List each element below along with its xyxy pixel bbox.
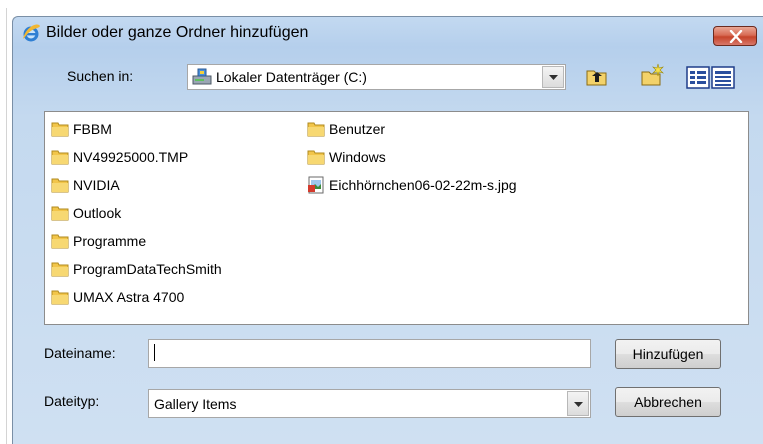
folder-icon xyxy=(51,234,69,249)
filename-label: Dateiname: xyxy=(44,345,116,361)
list-item-label: Eichhörnchen06-02-22m-s.jpg xyxy=(329,177,517,193)
ie-icon xyxy=(23,24,40,42)
background-divider xyxy=(6,8,7,444)
filename-input[interactable] xyxy=(148,339,591,368)
folder-icon xyxy=(51,178,69,193)
folder-icon xyxy=(307,150,325,165)
list-item-label: UMAX Astra 4700 xyxy=(73,289,185,305)
folder-icon xyxy=(51,290,69,305)
list-item-label: Benutzer xyxy=(329,121,386,137)
file-list[interactable]: FBBM NV49925000.TMP NVIDIA Outlook Progr… xyxy=(44,111,749,325)
look-in-combo[interactable]: Lokaler Datenträger (C:) xyxy=(187,64,566,90)
image-file-icon xyxy=(308,176,324,194)
new-folder-icon[interactable] xyxy=(640,63,664,87)
close-icon xyxy=(729,30,743,43)
folder-icon xyxy=(307,122,325,137)
chevron-down-icon xyxy=(574,402,583,407)
cancel-button[interactable]: Abbrechen xyxy=(615,387,721,417)
list-item-label: Outlook xyxy=(73,205,122,221)
up-folder-icon[interactable] xyxy=(585,65,609,89)
drive-icon xyxy=(192,68,212,85)
look-in-dropdown-button[interactable] xyxy=(542,66,564,88)
look-in-label: Suchen in: xyxy=(67,68,134,84)
folder-icon xyxy=(51,262,69,277)
list-item-label: Programme xyxy=(73,233,147,249)
filetype-dropdown-button[interactable] xyxy=(567,391,589,416)
filetype-value: Gallery Items xyxy=(154,396,237,412)
close-button[interactable] xyxy=(713,26,757,46)
folder-icon xyxy=(51,122,69,137)
list-item-label: FBBM xyxy=(73,121,112,137)
list-item-label: ProgramDataTechSmith xyxy=(73,261,222,277)
chevron-down-icon xyxy=(549,75,558,80)
list-item-label: Windows xyxy=(329,149,386,165)
list-item-label: NV49925000.TMP xyxy=(73,149,189,165)
folder-icon xyxy=(51,150,69,165)
folder-icon xyxy=(51,206,69,221)
view-menu-icon[interactable] xyxy=(686,66,736,90)
filetype-label: Dateityp: xyxy=(44,393,100,409)
look-in-value: Lokaler Datenträger (C:) xyxy=(216,69,367,85)
dialog-title: Bilder oder ganze Ordner hinzufügen xyxy=(46,24,309,41)
add-button[interactable]: Hinzufügen xyxy=(615,339,721,369)
list-item-label: NVIDIA xyxy=(73,177,120,193)
filetype-combo[interactable]: Gallery Items xyxy=(148,389,591,418)
text-caret xyxy=(154,344,155,361)
